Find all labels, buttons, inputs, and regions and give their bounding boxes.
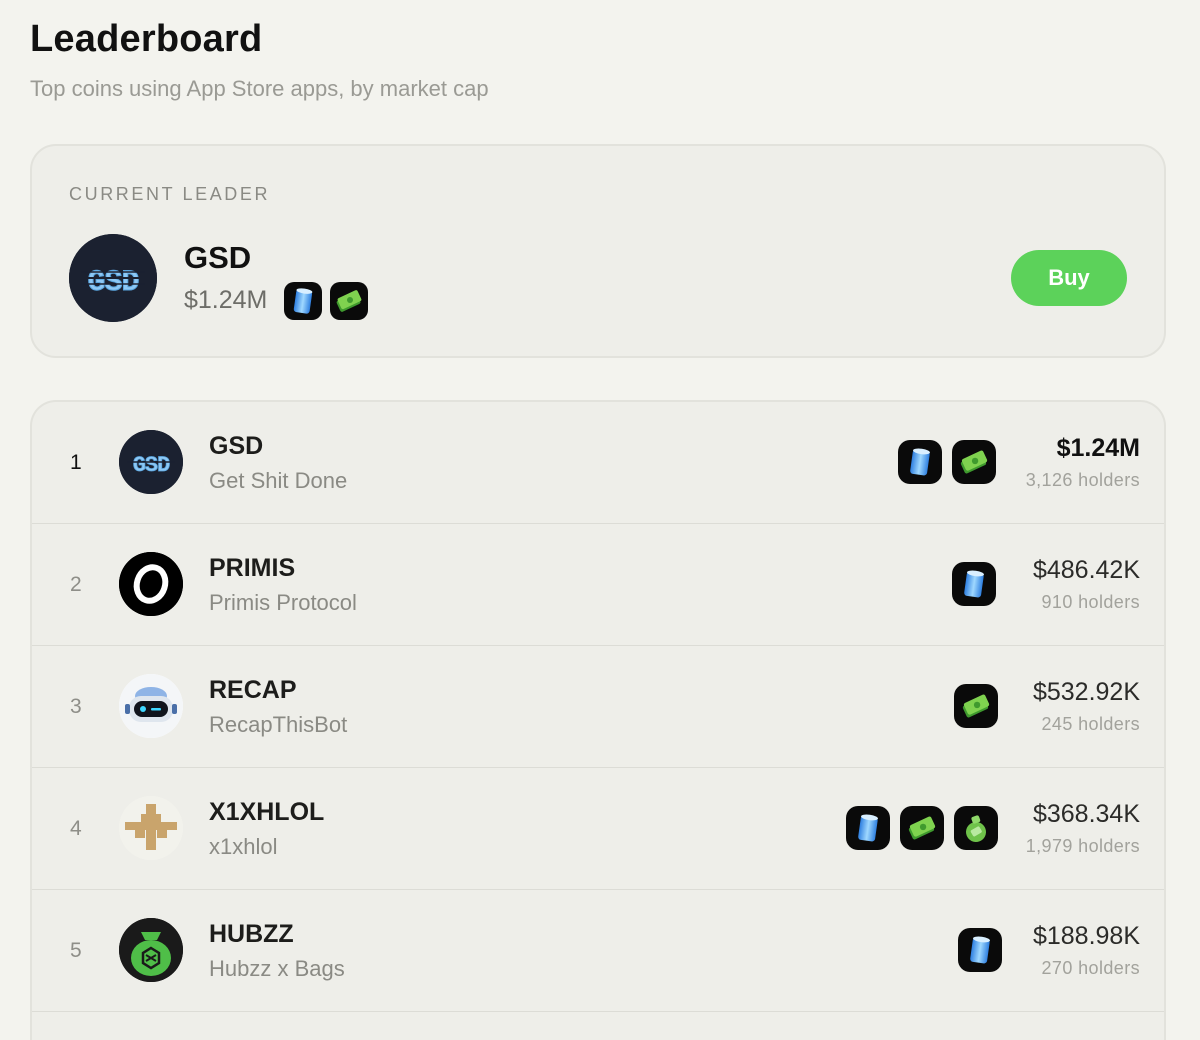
primis-avatar [119,552,183,616]
juice-can-app-icon[interactable] [952,562,996,606]
app-list [958,928,1002,972]
coin-name: Primis Protocol [209,590,357,615]
rank: 2 [70,573,82,596]
cash-stack-app-icon[interactable] [954,684,998,728]
cash-stack-app-icon[interactable] [330,282,368,320]
current-leader-card[interactable]: CURRENT LEADER GSD GSD $1.24M Buy [30,144,1166,358]
app-list [954,684,998,728]
market-cap: $368.34K [1032,800,1140,828]
table-row[interactable]: 4 X1XHLOL x1xhlol $368.34K 1,979 holders [32,768,1164,890]
holders-count: 910 holders [1041,592,1140,612]
leader-app-list [284,282,368,320]
svg-text:GSD: GSD [87,266,138,300]
juice-can-app-icon[interactable] [284,282,322,320]
coin-symbol: RECAP [209,676,297,704]
holders-count: 245 holders [1041,714,1140,734]
holders-count: 1,979 holders [1025,836,1140,856]
cash-stack-app-icon[interactable] [952,440,996,484]
table-row[interactable]: 3 RECAP RecapThisBot $532.92K 245 holder… [32,646,1164,768]
market-cap: $486.42K [1032,556,1140,584]
market-cap: $188.98K [1032,922,1140,950]
rank: 5 [70,939,82,962]
app-list [952,562,996,606]
rank: 1 [70,451,82,474]
coin-symbol: X1XHLOL [209,798,325,826]
market-cap: $532.92K [1032,678,1140,706]
money-bag-avatar [119,918,183,982]
holders-count: 3,126 holders [1025,470,1140,490]
svg-text:GSD: GSD [133,453,170,478]
rank: 4 [70,817,82,840]
pixel-cross-avatar [119,796,183,860]
coin-name: RecapThisBot [209,712,348,737]
app-list [846,806,998,850]
coin-name: Hubzz x Bags [209,956,345,981]
coin-symbol: GSD [209,432,264,460]
holders-count: 270 holders [1041,958,1140,978]
cash-stack-app-icon[interactable] [900,806,944,850]
page-subtitle: Top coins using App Store apps, by marke… [30,76,489,101]
page-title: Leaderboard [30,18,263,60]
leaderboard-table: 1 GSD GSD Get Shit Done $1.24M 3,126 hol… [30,400,1166,1040]
juice-can-app-icon[interactable] [846,806,890,850]
table-row[interactable]: 2 PRIMIS Primis Protocol $486.42K 910 ho… [32,524,1164,646]
table-row[interactable]: 5 HUBZZ Hubzz x Bags $188.98K 270 holder [32,890,1164,1012]
gsd-avatar: GSD [119,430,183,494]
money-bag-app-icon[interactable] [954,806,998,850]
rank: 3 [70,695,82,718]
coin-symbol: HUBZZ [209,920,294,948]
current-leader-label: CURRENT LEADER [69,184,271,204]
juice-can-app-icon[interactable] [958,928,1002,972]
juice-can-app-icon[interactable] [898,440,942,484]
gsd-avatar: GSD [69,234,157,322]
table-row[interactable]: 1 GSD GSD Get Shit Done $1.24M 3,126 hol… [32,402,1164,524]
coin-name: Get Shit Done [209,468,348,493]
leader-market-cap: $1.24M [184,286,268,314]
coin-name: x1xhlol [209,834,278,859]
buy-button[interactable]: Buy [1011,250,1127,306]
robot-avatar [119,674,183,738]
coin-symbol: PRIMIS [209,554,296,582]
market-cap: $1.24M [1056,434,1140,462]
app-list [898,440,996,484]
leader-symbol: GSD [184,240,252,275]
